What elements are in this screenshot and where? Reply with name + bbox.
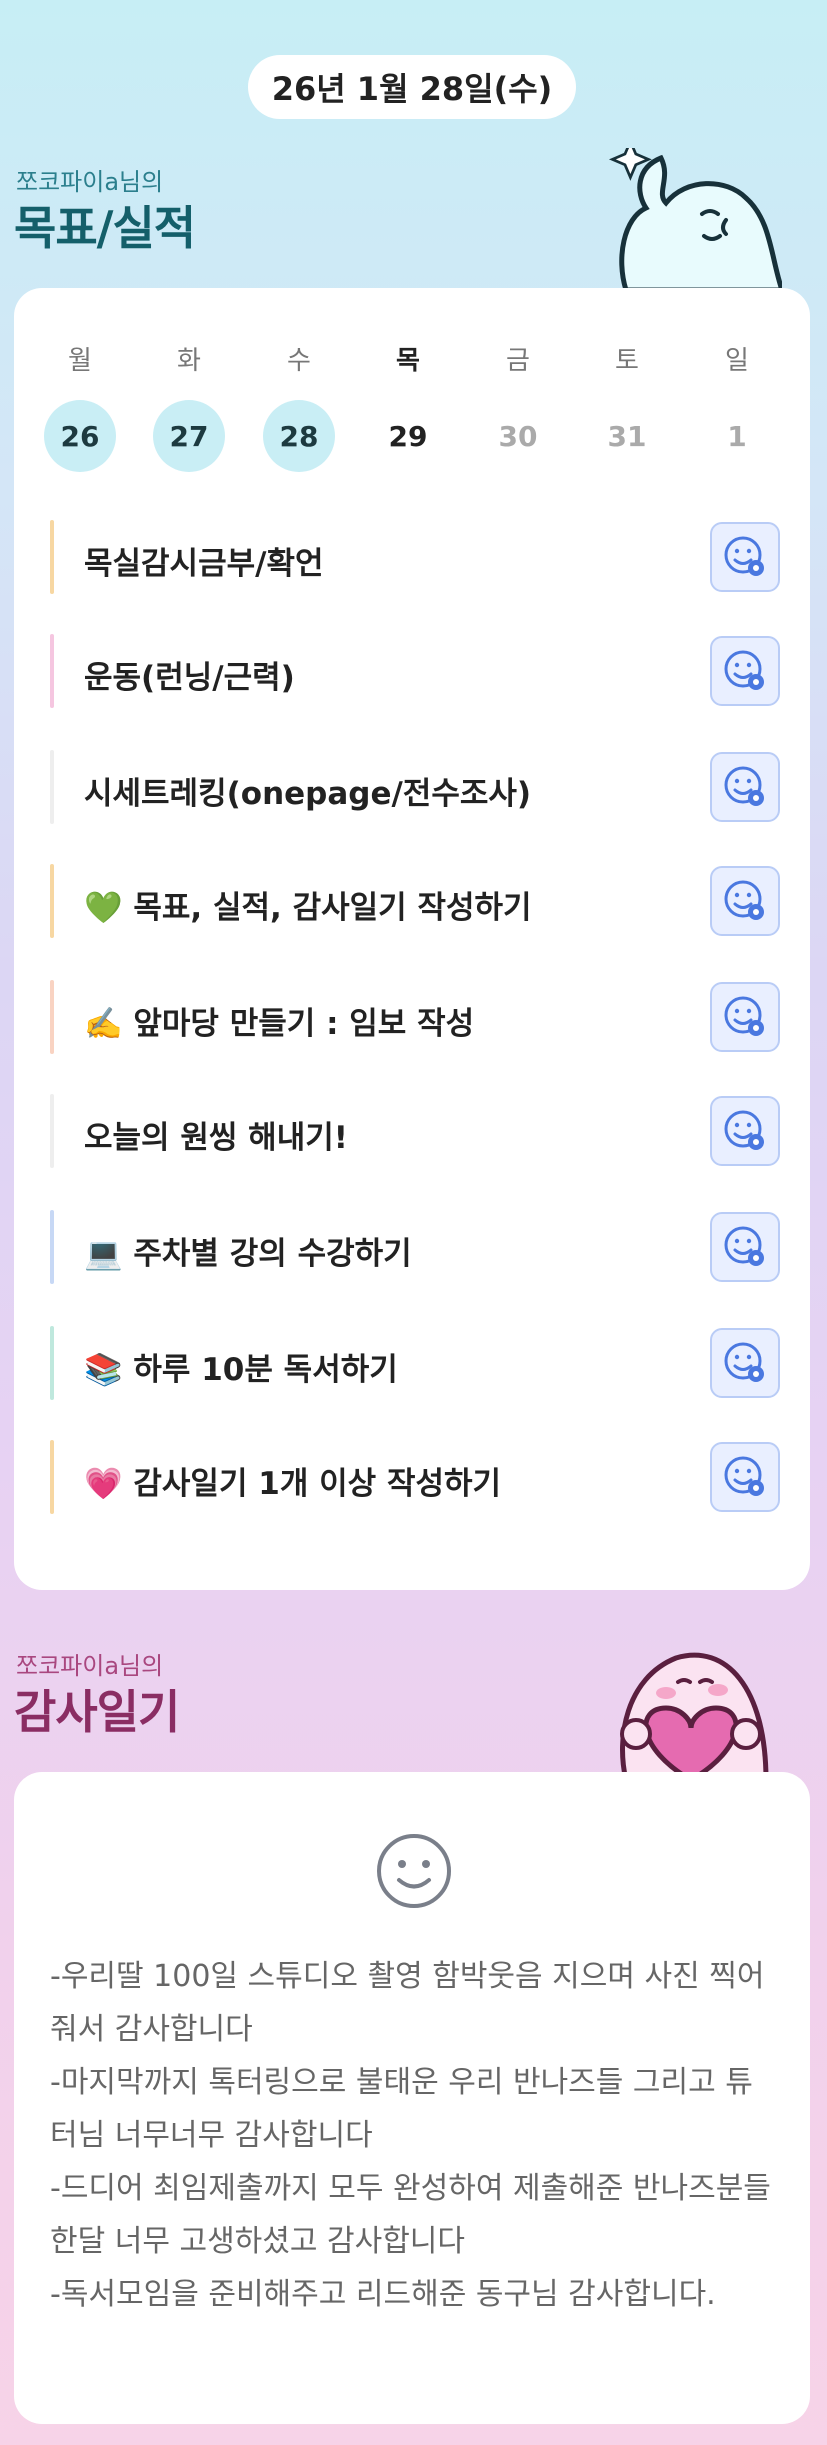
goal-label: 오늘의 원씽 해내기! xyxy=(84,1120,348,1156)
goal-item: 운동(런닝/근력) xyxy=(50,634,780,708)
goals-title: 목표/실적 xyxy=(14,201,196,255)
date-27[interactable]: 27 xyxy=(153,400,225,472)
smile-check-icon xyxy=(724,766,764,806)
goal-bar xyxy=(50,1326,54,1400)
weekday-row: 월 화 수 목 금 토 일 xyxy=(30,340,790,380)
goal-check-button[interactable] xyxy=(710,1328,780,1398)
goal-label: 시세트레킹(onepage/전수조사) xyxy=(84,776,532,812)
goal-bar xyxy=(50,1210,54,1284)
smile-check-icon xyxy=(724,996,764,1036)
goal-bar xyxy=(50,634,54,708)
smile-check-icon xyxy=(724,1110,764,1150)
goal-check-button[interactable] xyxy=(710,1096,780,1166)
weekday-thu: 목 xyxy=(396,346,420,376)
date-26[interactable]: 26 xyxy=(44,400,116,472)
goal-label: 💗 감사일기 1개 이상 작성하기 xyxy=(84,1466,502,1502)
date-29[interactable]: 29 xyxy=(372,400,444,472)
date-1[interactable]: 1 xyxy=(701,400,773,472)
date-text: 26년 1월 28일(수) xyxy=(271,70,553,108)
goal-item: ✍️ 앞마당 만들기 : 임보 작성 xyxy=(50,980,780,1054)
smile-check-icon xyxy=(724,1456,764,1496)
goal-label: 📚 하루 10분 독서하기 xyxy=(84,1352,398,1388)
goal-item: 📚 하루 10분 독서하기 xyxy=(50,1326,780,1400)
gratitude-text: -우리딸 100일 스튜디오 촬영 함박웃음 지으며 사진 찍어줘서 감사합니다… xyxy=(50,1950,772,2321)
goal-item: 💗 감사일기 1개 이상 작성하기 xyxy=(50,1440,780,1514)
gratitude-line: -드디어 최임제출까지 모두 완성하여 제출해준 반나즈분들 한달 너무 고생하… xyxy=(50,2171,771,2259)
goal-check-button[interactable] xyxy=(710,1442,780,1512)
goal-bar xyxy=(50,1094,54,1168)
goal-check-button[interactable] xyxy=(710,982,780,1052)
goal-bar xyxy=(50,864,54,938)
goal-bar xyxy=(50,1440,54,1514)
goal-bar xyxy=(50,980,54,1054)
smile-check-icon xyxy=(724,650,764,690)
goal-label: ✍️ 앞마당 만들기 : 임보 작성 xyxy=(84,1006,475,1042)
goal-check-button[interactable] xyxy=(710,866,780,936)
goal-bar xyxy=(50,520,54,594)
goal-check-button[interactable] xyxy=(710,636,780,706)
smile-check-icon xyxy=(724,1342,764,1382)
gratitude-line: -우리딸 100일 스튜디오 촬영 함박웃음 지으며 사진 찍어줘서 감사합니다 xyxy=(50,1959,765,2047)
gratitude-title: 감사일기 xyxy=(14,1685,180,1739)
goal-item: 💚 목표, 실적, 감사일기 작성하기 xyxy=(50,864,780,938)
weekday-wed: 수 xyxy=(287,346,311,376)
gratitude-line: -독서모임을 준비해주고 리드해준 동구님 감사합니다. xyxy=(50,2277,716,2312)
gratitude-line: -마지막까지 톡터링으로 불태운 우리 반나즈들 그리고 튜터님 너무너무 감사… xyxy=(50,2065,753,2153)
date-row: 26 27 28 29 30 31 1 xyxy=(30,400,790,474)
goal-label: 💚 목표, 실적, 감사일기 작성하기 xyxy=(84,890,532,926)
weekday-mon: 월 xyxy=(68,346,92,376)
date-pill[interactable]: 26년 1월 28일(수) xyxy=(248,55,576,119)
heart-mascot-icon xyxy=(620,1652,769,1780)
goal-check-button[interactable] xyxy=(710,522,780,592)
goal-item: 시세트레킹(onepage/전수조사) xyxy=(50,750,780,824)
weekday-sat: 토 xyxy=(615,346,639,376)
date-31[interactable]: 31 xyxy=(591,400,663,472)
goal-label: 목실감시금부/확언 xyxy=(84,546,324,582)
date-28[interactable]: 28 xyxy=(263,400,335,472)
goal-item: 목실감시금부/확언 xyxy=(50,520,780,594)
goal-label: 운동(런닝/근력) xyxy=(84,660,295,696)
goal-item: 💻 주차별 강의 수강하기 xyxy=(50,1210,780,1284)
goal-item: 오늘의 원씽 해내기! xyxy=(50,1094,780,1168)
goal-check-button[interactable] xyxy=(710,1212,780,1282)
weekday-tue: 화 xyxy=(177,346,201,376)
ghost-mascot-icon xyxy=(608,148,782,290)
weekday-fri: 금 xyxy=(506,346,530,376)
weekday-sun: 일 xyxy=(725,346,749,376)
goal-label: 💻 주차별 강의 수강하기 xyxy=(84,1236,412,1272)
goal-bar xyxy=(50,750,54,824)
date-30[interactable]: 30 xyxy=(482,400,554,472)
smile-check-icon xyxy=(724,880,764,920)
smile-icon xyxy=(377,1834,451,1908)
goal-check-button[interactable] xyxy=(710,752,780,822)
smile-check-icon xyxy=(724,536,764,576)
smile-check-icon xyxy=(724,1226,764,1266)
